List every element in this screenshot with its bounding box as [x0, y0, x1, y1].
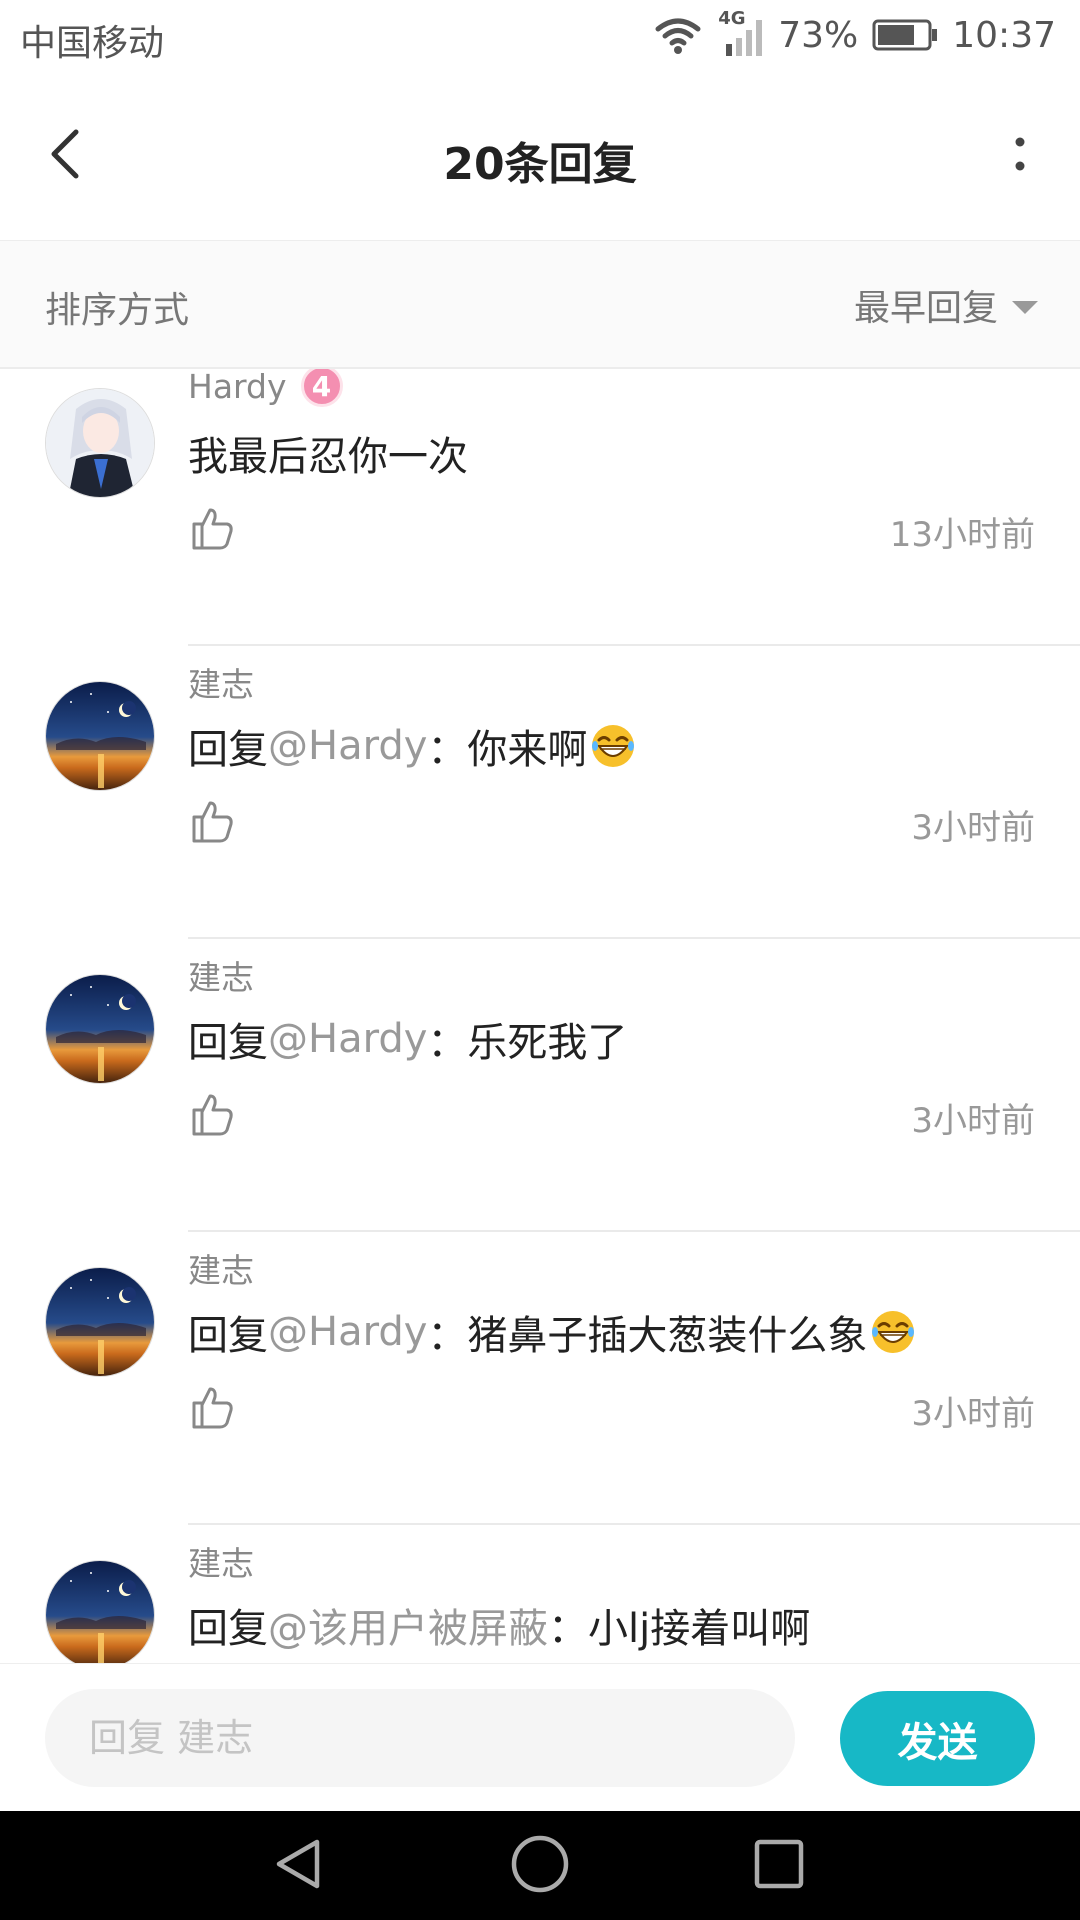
- reply-time: 3小时前: [911, 1394, 1035, 1434]
- author-name[interactable]: 建志: [188, 1537, 254, 1585]
- nav-home-button[interactable]: [507, 1833, 573, 1899]
- reply-time: 3小时前: [911, 1101, 1035, 1141]
- avatar[interactable]: [45, 388, 155, 498]
- reply-list[interactable]: Hardy 4 我最后忍你一次 13小时前 建志 回复 @Hardy ： 你来啊…: [0, 369, 1080, 1663]
- thumbs-up-icon: [188, 801, 236, 849]
- battery-icon: [872, 18, 938, 52]
- reply-text: 我最后忍你一次: [188, 434, 468, 480]
- reply-prefix: 回复: [188, 727, 268, 773]
- app-header: 20条回复: [0, 72, 1080, 241]
- mention-link[interactable]: @Hardy: [268, 723, 427, 769]
- like-button[interactable]: [188, 1090, 236, 1138]
- battery-percent: 73%: [778, 14, 859, 56]
- sort-dropdown[interactable]: 最早回复: [854, 279, 1038, 331]
- level-badge: 4: [300, 369, 343, 407]
- thumbs-up-icon: [188, 508, 236, 556]
- wifi-icon: [654, 15, 702, 55]
- system-nav-bar: [0, 1811, 1080, 1920]
- reply-bar: 发送: [0, 1663, 1080, 1812]
- page-title: 20条回复: [443, 139, 637, 190]
- author-row: 建志: [188, 1537, 254, 1585]
- author-name[interactable]: 建志: [188, 951, 254, 999]
- cellular-signal-icon: 4G: [716, 8, 764, 60]
- send-button[interactable]: 发送: [840, 1691, 1035, 1786]
- nav-back-button[interactable]: [266, 1833, 332, 1899]
- author-row: 建志: [188, 951, 254, 999]
- carrier-name: 中国移动: [20, 23, 165, 64]
- reply-content: 回复 @该用户被屏蔽 ： 小lj接着叫啊: [188, 1596, 810, 1654]
- reply-input[interactable]: [45, 1689, 795, 1787]
- status-icons: 4G 73% 10:37: [654, 8, 1056, 60]
- circle-home-icon: [510, 1834, 570, 1898]
- avatar[interactable]: [45, 1560, 155, 1663]
- mention-link[interactable]: @Hardy: [268, 1016, 427, 1062]
- author-name[interactable]: 建志: [188, 1244, 254, 1292]
- reply-item[interactable]: 建志 回复 @Hardy ： 猪鼻子插大葱装什么象 3小时前: [0, 1231, 1080, 1525]
- avatar[interactable]: [45, 974, 155, 1084]
- reply-content: 回复 @Hardy ： 猪鼻子插大葱装什么象: [188, 1303, 917, 1361]
- status-bar: 中国移动 4G 73% 10:37: [0, 0, 1080, 72]
- sort-label: 排序方式: [45, 290, 190, 331]
- reply-content: 回复 @Hardy ： 你来啊: [188, 717, 637, 775]
- clock: 10:37: [952, 14, 1056, 56]
- reply-time: 3小时前: [911, 808, 1035, 848]
- reply-text: 乐死我了: [467, 1020, 628, 1066]
- thumbs-up-icon: [188, 1387, 236, 1435]
- sort-bar: 排序方式 最早回复: [0, 241, 1080, 369]
- like-button[interactable]: [188, 1383, 236, 1431]
- reply-prefix: 回复: [188, 1020, 268, 1066]
- reply-prefix: 回复: [188, 1313, 268, 1359]
- reply-prefix: 回复: [188, 1606, 268, 1652]
- reply-separator: ：: [427, 727, 468, 773]
- laughing-emoji-icon: [869, 1308, 917, 1356]
- more-vertical-icon: [1014, 134, 1026, 178]
- reply-content: 我最后忍你一次: [188, 424, 468, 482]
- reply-separator: ：: [427, 1313, 468, 1359]
- more-options-button[interactable]: [990, 126, 1050, 186]
- author-row: Hardy 4: [188, 369, 343, 407]
- reply-text: 猪鼻子插大葱装什么象: [467, 1313, 868, 1359]
- thumbs-up-icon: [188, 1094, 236, 1142]
- sort-selected-value: 最早回复: [853, 288, 998, 329]
- author-row: 建志: [188, 658, 254, 706]
- reply-content: 回复 @Hardy ： 乐死我了: [188, 1010, 627, 1068]
- reply-text: 你来啊: [467, 727, 588, 773]
- avatar[interactable]: [45, 681, 155, 791]
- laughing-emoji-icon: [589, 722, 637, 770]
- reply-time: 13小时前: [889, 515, 1035, 555]
- author-row: 建志: [188, 1244, 254, 1292]
- reply-text: 小lj接着叫啊: [588, 1606, 811, 1652]
- nav-recents-button[interactable]: [746, 1833, 812, 1899]
- like-button[interactable]: [188, 504, 236, 552]
- author-name[interactable]: 建志: [188, 658, 254, 706]
- caret-down-icon: [1012, 300, 1038, 314]
- reply-separator: ：: [548, 1606, 588, 1652]
- reply-item[interactable]: 建志 回复 @该用户被屏蔽 ： 小lj接着叫啊: [0, 1524, 1080, 1663]
- mention-link[interactable]: @Hardy: [268, 1309, 427, 1355]
- author-name[interactable]: Hardy: [188, 369, 287, 406]
- square-recents-icon: [753, 1838, 805, 1894]
- like-button[interactable]: [188, 797, 236, 845]
- mention-link[interactable]: @该用户被屏蔽: [268, 1596, 548, 1654]
- reply-separator: ：: [427, 1020, 468, 1066]
- reply-item[interactable]: Hardy 4 我最后忍你一次 13小时前: [0, 369, 1080, 646]
- avatar[interactable]: [45, 1267, 155, 1377]
- triangle-back-icon: [271, 1836, 327, 1896]
- reply-item[interactable]: 建志 回复 @Hardy ： 乐死我了 3小时前: [0, 938, 1080, 1232]
- reply-item[interactable]: 建志 回复 @Hardy ： 你来啊 3小时前: [0, 645, 1080, 939]
